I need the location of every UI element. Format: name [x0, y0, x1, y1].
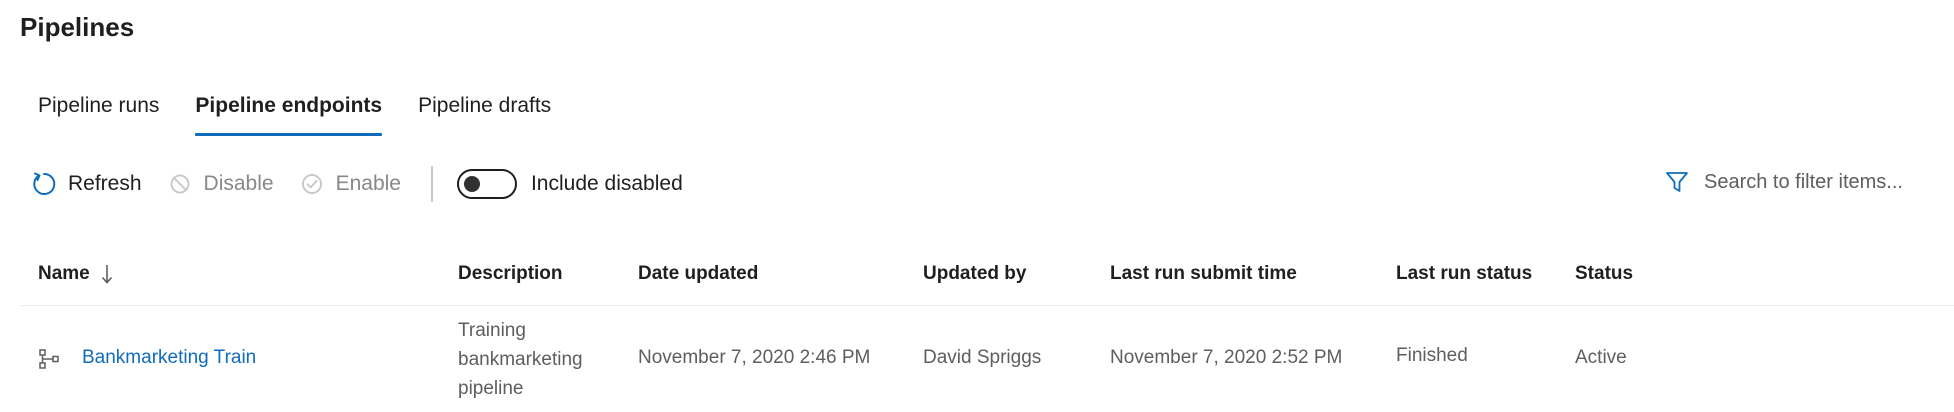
include-disabled-toggle[interactable]: [456, 169, 517, 199]
cell-last-run-status: Finished: [1396, 345, 1468, 366]
pipeline-icon: [39, 349, 59, 369]
filter-icon: [1666, 172, 1688, 192]
column-header-status[interactable]: Status: [1575, 254, 1633, 294]
enable-button[interactable]: Enable: [298, 170, 401, 198]
cell-description: Training bankmarketing pipeline: [458, 320, 583, 399]
disable-label: Disable: [203, 172, 274, 195]
tab-pipeline-drafts[interactable]: Pipeline drafts: [400, 90, 569, 136]
column-header-last-run-status[interactable]: Last run status: [1396, 254, 1532, 294]
refresh-label: Refresh: [68, 172, 142, 195]
pipelines-page: Pipelines Pipeline runs Pipeline endpoin…: [0, 0, 1954, 412]
column-header-updated-by[interactable]: Updated by: [923, 254, 1026, 294]
table-row[interactable]: Bankmarketing Train Training bankmarketi…: [20, 306, 1954, 412]
tab-pipeline-runs[interactable]: Pipeline runs: [20, 90, 177, 136]
disable-button[interactable]: Disable: [166, 170, 274, 198]
filter-search[interactable]: Search to filter items...: [1664, 166, 1903, 198]
column-header-description[interactable]: Description: [458, 254, 563, 294]
table-header: Name Description Date updated Updated by…: [20, 254, 1954, 306]
column-header-date-updated[interactable]: Date updated: [638, 254, 758, 294]
refresh-icon: [33, 172, 56, 195]
toggle-knob: [463, 176, 480, 192]
tab-bar: Pipeline runs Pipeline endpoints Pipelin…: [20, 90, 569, 136]
pipeline-name-link[interactable]: Bankmarketing Train: [82, 346, 256, 370]
disable-icon: [170, 174, 189, 194]
include-disabled-label: Include disabled: [530, 172, 683, 195]
cell-status: Active: [1575, 347, 1627, 368]
page-title: Pipelines: [20, 12, 135, 42]
toolbar-divider: [430, 166, 433, 202]
pipeline-endpoints-table: Name Description Date updated Updated by…: [20, 254, 1954, 412]
column-header-name[interactable]: Name: [38, 254, 114, 294]
check-circle-icon: [301, 174, 322, 194]
tab-pipeline-endpoints[interactable]: Pipeline endpoints: [177, 90, 400, 136]
search-placeholder: Search to filter items...: [1704, 170, 1903, 193]
column-header-last-run-submit-time[interactable]: Last run submit time: [1110, 254, 1297, 294]
cell-last-run-submit-time: November 7, 2020 2:52 PM: [1110, 347, 1343, 368]
enable-label: Enable: [335, 172, 401, 195]
arrow-down-icon: [101, 265, 112, 284]
cell-date-updated: November 7, 2020 2:46 PM: [638, 347, 871, 368]
toolbar: Refresh Disable Enable Include disabled: [30, 166, 683, 202]
refresh-button[interactable]: Refresh: [30, 170, 142, 198]
column-header-name-label: Name: [38, 263, 90, 284]
cell-updated-by: David Spriggs: [923, 347, 1042, 368]
